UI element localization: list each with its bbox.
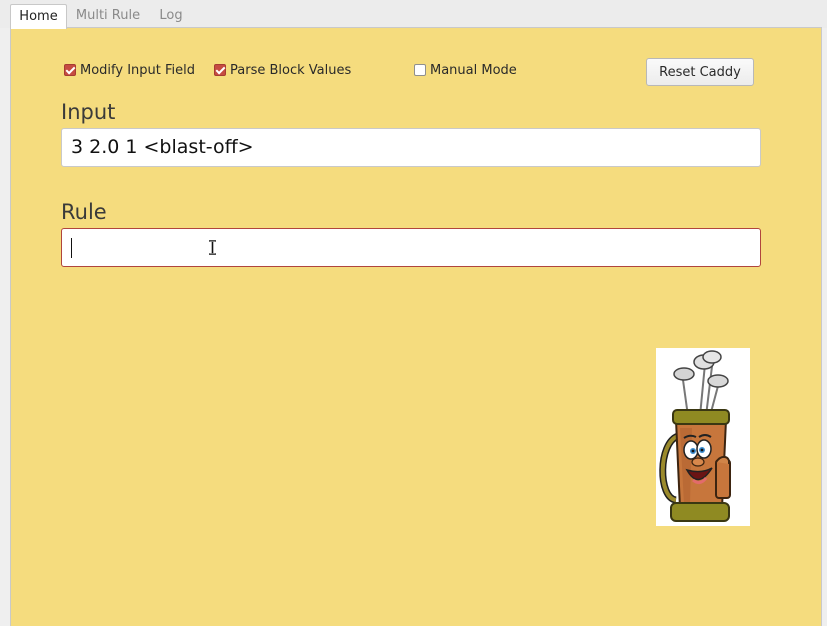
tab-bar: Home Multi Rule Log: [0, 0, 827, 29]
text-caret: [71, 238, 72, 258]
input-field[interactable]: 3 2.0 1 <blast-off>: [61, 128, 761, 167]
modify-input-field-label: Modify Input Field: [80, 63, 196, 78]
golf-bag-mascot-icon: [656, 348, 750, 526]
ibeam-cursor-icon: [209, 240, 216, 255]
tab-multi-rule[interactable]: Multi Rule: [70, 4, 146, 28]
rule-label: Rule: [61, 200, 107, 224]
modify-input-field-option[interactable]: Modify Input Field: [64, 62, 195, 79]
reset-caddy-button[interactable]: Reset Caddy: [646, 58, 754, 86]
parse-block-values-option[interactable]: Parse Block Values: [214, 62, 351, 79]
modify-input-field-checkbox[interactable]: [64, 64, 76, 76]
parse-block-values-label: Parse Block Values: [230, 63, 352, 78]
manual-mode-label: Manual Mode: [430, 63, 517, 78]
rule-field[interactable]: [61, 228, 761, 267]
input-label: Input: [61, 100, 116, 124]
parse-block-values-checkbox[interactable]: [214, 64, 226, 76]
tab-home[interactable]: Home: [10, 4, 67, 29]
manual-mode-option[interactable]: Manual Mode: [414, 62, 517, 79]
tab-log[interactable]: Log: [152, 4, 190, 28]
home-panel: [10, 27, 822, 626]
manual-mode-checkbox[interactable]: [414, 64, 426, 76]
